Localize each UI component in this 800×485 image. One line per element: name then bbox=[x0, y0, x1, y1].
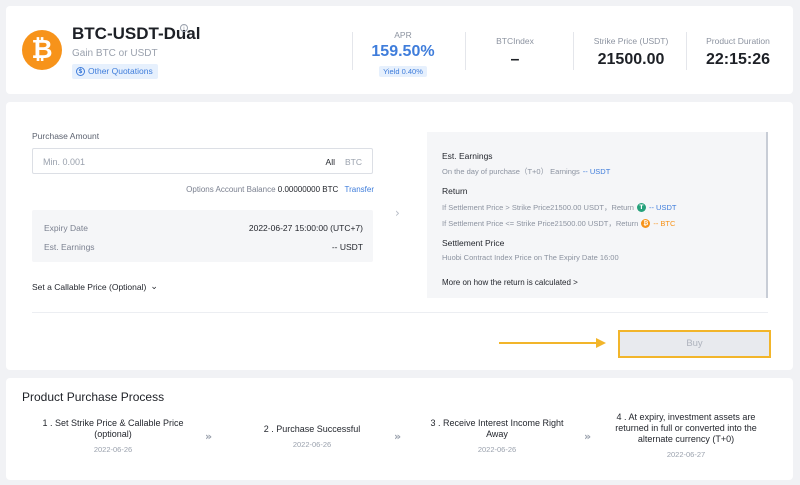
divider bbox=[32, 312, 768, 313]
step-label: 1 . Set Strike Price & Callable Price (o… bbox=[42, 418, 184, 439]
est-earnings-value: -- USDT bbox=[331, 242, 363, 252]
balance-label: Options Account Balance bbox=[186, 185, 276, 194]
divider bbox=[573, 32, 574, 70]
callable-price-label: Set a Callable Price (Optional) bbox=[32, 282, 147, 292]
return-info-panel: Est. Earnings On the day of purchase（T+0… bbox=[427, 132, 768, 298]
return-condition-below: If Settlement Price <= Strike Price21500… bbox=[442, 219, 639, 228]
dollar-icon: $ bbox=[76, 67, 85, 76]
btcindex-stat: BTCIndex – bbox=[476, 36, 554, 69]
chevron-right-icon: › bbox=[395, 206, 400, 220]
est-earnings-row: Est. Earnings -- USDT bbox=[44, 242, 363, 252]
balance-value: 0.00000000 BTC bbox=[277, 185, 339, 194]
return-line-usdt: If Settlement Price > Strike Price21500.… bbox=[442, 202, 676, 213]
divider bbox=[352, 32, 353, 70]
process-step: 4 . At expiry, investment assets are ret… bbox=[606, 412, 766, 460]
other-quotations-button[interactable]: $ Other Quotations bbox=[72, 64, 158, 79]
return-usdt-value: -- USDT bbox=[648, 203, 677, 212]
order-summary: Expiry Date 2022-06-27 15:00:00 (UTC+7) … bbox=[32, 210, 373, 262]
process-step: 2 . Purchase Successful 2022-06-26 bbox=[232, 424, 392, 450]
chevron-down-icon: ⌄ bbox=[150, 282, 158, 292]
account-balance: Options Account Balance 0.00000000 BTC T… bbox=[186, 185, 374, 194]
product-duration-value: 22:15:26 bbox=[705, 51, 771, 68]
strike-price-stat: Strike Price (USDT) 21500.00 bbox=[581, 36, 681, 69]
btcindex-value: – bbox=[510, 51, 520, 68]
pointer-arrow-icon bbox=[596, 338, 606, 348]
currency-unit: BTC bbox=[345, 157, 362, 167]
double-chevron-icon: » bbox=[394, 430, 401, 443]
expiry-value: 2022-06-27 15:00:00 (UTC+7) bbox=[248, 223, 363, 233]
buy-button[interactable]: Buy bbox=[618, 330, 771, 358]
process-step: 1 . Set Strike Price & Callable Price (o… bbox=[38, 418, 188, 455]
purchase-amount-input[interactable]: Min. 0.001 All BTC bbox=[32, 148, 373, 174]
est-earnings-desc: On the day of purchase（T+0） Earnings bbox=[442, 167, 580, 176]
settlement-price-title: Settlement Price bbox=[442, 238, 505, 248]
step-date: 2022-06-26 bbox=[477, 445, 517, 454]
settlement-price-text: Huobi Contract Index Price on The Expiry… bbox=[442, 253, 619, 262]
amount-placeholder: Min. 0.001 bbox=[43, 157, 86, 167]
btc-coin-icon: ₿ bbox=[641, 219, 651, 228]
est-earnings-amount: -- USDT bbox=[582, 167, 611, 176]
purchase-process: Product Purchase Process 1 . Set Strike … bbox=[6, 378, 793, 480]
process-step: 3 . Receive Interest Income Right Away 2… bbox=[422, 418, 572, 455]
return-title: Return bbox=[442, 186, 468, 196]
product-duration-stat: Product Duration 22:15:26 bbox=[694, 36, 782, 69]
expiry-label: Expiry Date bbox=[44, 223, 88, 233]
product-subtitle: Gain BTC or USDT bbox=[72, 48, 158, 59]
expiry-row: Expiry Date 2022-06-27 15:00:00 (UTC+7) bbox=[44, 223, 363, 233]
callable-price-toggle[interactable]: Set a Callable Price (Optional) ⌄ bbox=[32, 282, 158, 292]
btcindex-label: BTCIndex bbox=[496, 36, 534, 46]
apr-value: 159.50% bbox=[371, 43, 435, 60]
product-duration-label: Product Duration bbox=[706, 36, 770, 46]
double-chevron-icon: » bbox=[584, 430, 591, 443]
process-title: Product Purchase Process bbox=[22, 390, 165, 404]
apr-label: APR bbox=[394, 30, 412, 40]
return-line-btc: If Settlement Price <= Strike Price21500… bbox=[442, 218, 675, 229]
double-chevron-icon: » bbox=[205, 430, 212, 443]
step-date: 2022-06-27 bbox=[666, 450, 706, 459]
step-label: 2 . Purchase Successful bbox=[263, 424, 361, 434]
product-header: ₿ BTC-USDT-Dual i Gain BTC or USDT $ Oth… bbox=[6, 6, 793, 94]
step-label: 4 . At expiry, investment assets are ret… bbox=[615, 412, 757, 444]
strike-price-value: 21500.00 bbox=[597, 51, 665, 68]
pointer-arrow-line bbox=[499, 342, 597, 344]
step-date: 2022-06-26 bbox=[93, 445, 133, 454]
return-btc-value: -- BTC bbox=[653, 219, 676, 228]
btc-logo-icon: ₿ bbox=[22, 30, 62, 70]
apr-stat: APR 159.50% Yield 0.40% bbox=[358, 30, 448, 79]
step-label: 3 . Receive Interest Income Right Away bbox=[430, 418, 564, 439]
divider bbox=[465, 32, 466, 70]
transfer-link[interactable]: Transfer bbox=[345, 185, 375, 194]
est-earnings-text: On the day of purchase（T+0） Earnings -- … bbox=[442, 166, 610, 177]
strike-price-label: Strike Price (USDT) bbox=[593, 36, 669, 46]
all-button[interactable]: All bbox=[326, 157, 335, 167]
other-quotations-label: Other Quotations bbox=[88, 66, 153, 76]
return-condition-above: If Settlement Price > Strike Price21500.… bbox=[442, 203, 634, 212]
usdt-coin-icon: T bbox=[636, 203, 646, 212]
more-info-link[interactable]: More on how the return is calculated > bbox=[442, 278, 578, 287]
info-icon[interactable]: i bbox=[180, 24, 188, 32]
step-date: 2022-06-26 bbox=[292, 440, 332, 449]
divider bbox=[686, 32, 687, 70]
purchase-panel: Purchase Amount Min. 0.001 All BTC Optio… bbox=[6, 102, 793, 370]
est-earnings-title: Est. Earnings bbox=[442, 151, 493, 161]
yield-badge: Yield 0.40% bbox=[379, 66, 427, 77]
est-earnings-label: Est. Earnings bbox=[44, 242, 95, 252]
purchase-amount-label: Purchase Amount bbox=[32, 131, 100, 141]
